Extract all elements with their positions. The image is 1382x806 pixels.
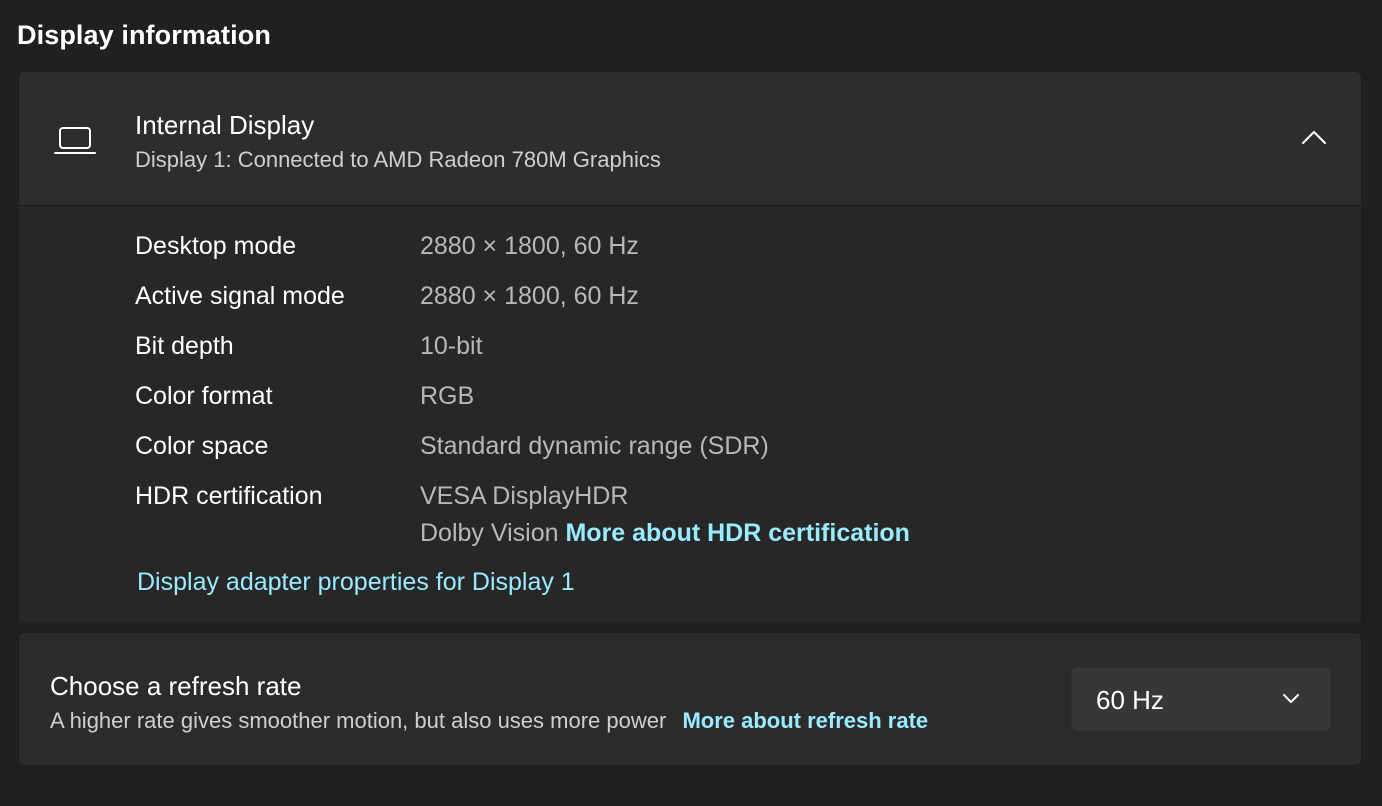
detail-value: 2880 × 1800, 60 Hz [420, 232, 639, 260]
display-connection-subtitle: Display 1: Connected to AMD Radeon 780M … [135, 147, 661, 172]
refresh-rate-dropdown[interactable]: 60 Hz [1071, 667, 1331, 731]
detail-value: 2880 × 1800, 60 Hz [420, 282, 639, 310]
detail-label: HDR certification [135, 482, 323, 510]
detail-label: Active signal mode [135, 282, 345, 310]
display-card: Internal Display Display 1: Connected to… [18, 71, 1362, 622]
refresh-rate-link[interactable]: More about refresh rate [682, 708, 928, 733]
display-expander-header[interactable]: Internal Display Display 1: Connected to… [19, 72, 1361, 206]
refresh-rate-description: A higher rate gives smoother motion, but… [50, 708, 667, 733]
page-title: Display information [17, 20, 271, 50]
detail-value: 10-bit [420, 332, 483, 360]
detail-label: Bit depth [135, 332, 234, 360]
refresh-rate-title: Choose a refresh rate [50, 671, 302, 701]
detail-value-dolby: Dolby Vision [420, 519, 559, 547]
display-adapter-properties-link[interactable]: Display adapter properties for Display 1 [137, 568, 575, 597]
refresh-rate-description-row: A higher rate gives smoother motion, but… [50, 708, 928, 734]
chevron-down-icon [1283, 694, 1299, 703]
refresh-rate-card: Choose a refresh rate A higher rate give… [18, 632, 1362, 766]
detail-label: Desktop mode [135, 232, 297, 260]
refresh-rate-selected-value: 60 Hz [1096, 685, 1164, 715]
laptop-icon [54, 127, 96, 154]
detail-value-secondary: Dolby Vision More about HDR certificatio… [420, 516, 910, 550]
hdr-certification-link[interactable]: More about HDR certification [565, 519, 909, 547]
detail-label: Color space [135, 432, 269, 460]
detail-label: Color format [135, 382, 273, 410]
chevron-up-icon[interactable] [1301, 128, 1327, 146]
detail-value: VESA DisplayHDR [420, 482, 629, 510]
display-name: Internal Display [135, 110, 315, 140]
display-details: Desktop mode 2880 × 1800, 60 Hz Active s… [19, 206, 1361, 622]
detail-value: RGB [420, 382, 475, 410]
detail-value: Standard dynamic range (SDR) [420, 432, 769, 460]
